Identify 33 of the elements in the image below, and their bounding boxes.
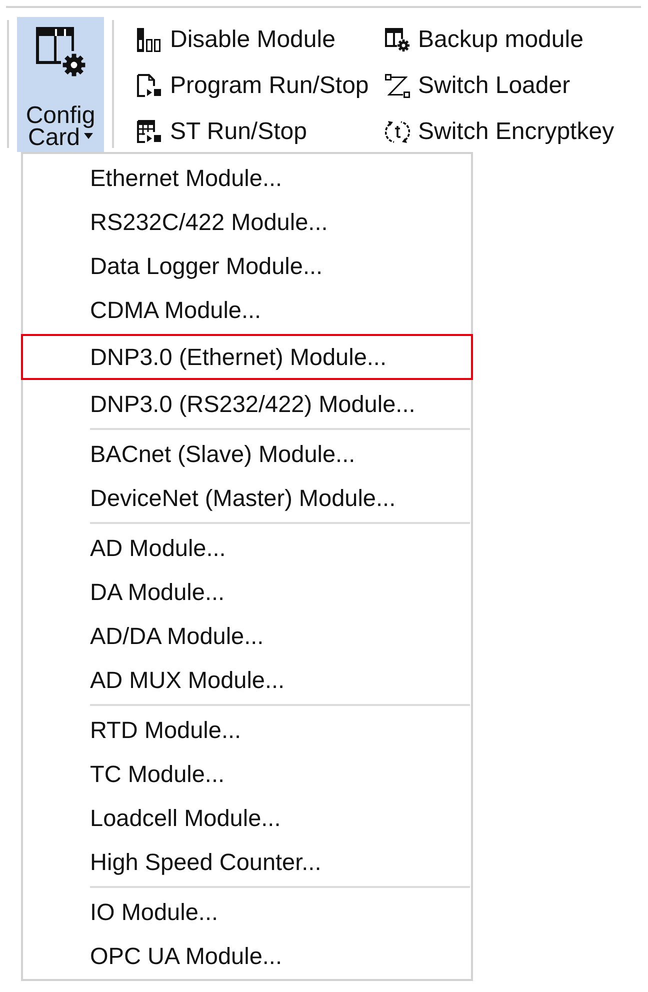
menu-item[interactable]: AD MUX Module... (23, 658, 471, 702)
document-play-icon (137, 74, 162, 98)
menu-item[interactable]: AD/DA Module... (23, 614, 471, 658)
module-blocks-icon (137, 28, 162, 52)
menu-item[interactable]: RS232C/422 Module... (23, 200, 471, 244)
menu-item[interactable]: TC Module... (23, 752, 471, 796)
ribbon-command-button[interactable]: Switch Encryptkey (385, 118, 614, 146)
ribbon-command-button[interactable]: Program Run/Stop (137, 72, 369, 100)
ribbon-command-button[interactable]: Backup module (385, 26, 584, 54)
grid-document-play-icon (137, 120, 162, 144)
window-gear-icon (385, 28, 410, 52)
menu-item[interactable]: Loadcell Module... (23, 796, 471, 840)
menu-item[interactable]: DA Module... (23, 570, 471, 614)
ribbon-command-button[interactable]: Switch Loader (385, 72, 570, 100)
menu-item[interactable]: DeviceNet (Master) Module... (23, 476, 471, 520)
menu-item[interactable]: IO Module... (23, 890, 471, 934)
menu-item[interactable]: Ethernet Module... (23, 156, 471, 200)
circular-arrows-icon (385, 120, 410, 144)
ribbon-command-button[interactable]: ST Run/Stop (137, 118, 307, 146)
menu-item[interactable]: BACnet (Slave) Module... (23, 432, 471, 476)
table-gear-icon (36, 27, 86, 77)
menu-item[interactable]: CDMA Module... (23, 288, 471, 332)
menu-item[interactable]: DNP3.0 (RS232/422) Module... (23, 382, 471, 426)
caret-icon (84, 133, 94, 139)
z-connector-icon (385, 74, 410, 98)
ribbon-command-button[interactable]: Disable Module (137, 26, 336, 54)
menu-item[interactable]: RTD Module... (23, 708, 471, 752)
menu-item[interactable]: Data Logger Module... (23, 244, 471, 288)
menu-item[interactable]: DNP3.0 (Ethernet) Module... (21, 334, 473, 380)
menu-item[interactable]: High Speed Counter... (23, 840, 471, 884)
menu-item[interactable]: AD Module... (23, 526, 471, 570)
menu-item[interactable]: OPC UA Module... (23, 934, 471, 978)
config-card-button[interactable]: Config Card (17, 17, 104, 152)
